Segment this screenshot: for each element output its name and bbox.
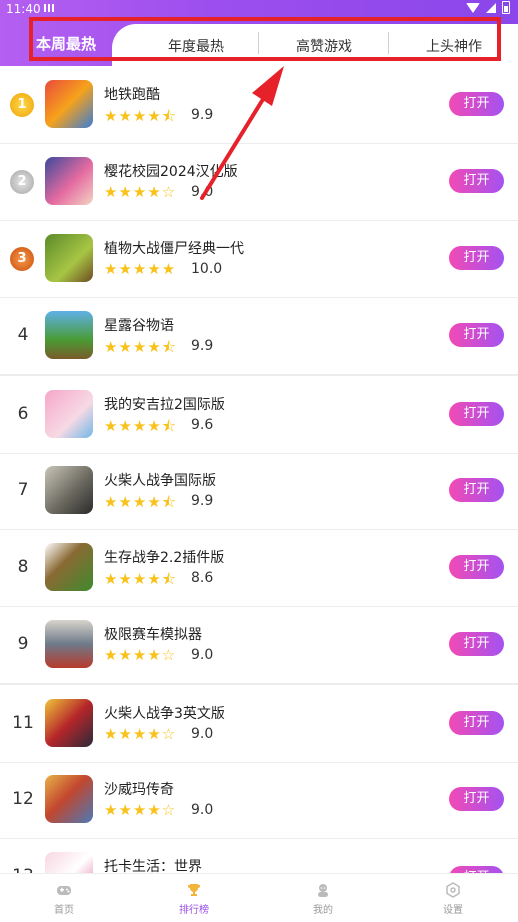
list-item[interactable]: 2 樱花校园2024汉化版 ★★★★☆ 9.0 打开 <box>0 143 518 221</box>
list-item[interactable]: 3 植物大战僵尸经典一代 ★★★★★ 10.0 打开 <box>0 220 518 298</box>
list-item[interactable]: 1 地铁跑酷 ★★★★⯪ 9.9 打开 <box>0 66 518 144</box>
game-name: 植物大战僵尸经典一代 <box>104 241 244 257</box>
game-icon <box>45 620 93 668</box>
nav-profile[interactable]: 我的 <box>283 874 363 922</box>
game-name: 樱花校园2024汉化版 <box>104 164 238 180</box>
rank-number: 12 <box>12 789 34 809</box>
list-item[interactable]: 8 生存战争2.2插件版 ★★★★⯪ 8.6 打开 <box>0 529 518 607</box>
list-item[interactable]: 4 星露谷物语 ★★★★⯪ 9.9 打开 <box>0 297 518 375</box>
annotation-highlight-box <box>29 17 501 61</box>
rating-stars: ★★★★⯪ <box>104 417 177 435</box>
nav-rankings[interactable]: 排行榜 <box>154 874 234 922</box>
rating-stars: ★★★★⯪ <box>104 570 177 588</box>
rating-score: 9.9 <box>191 493 214 509</box>
nav-home[interactable]: 首页 <box>24 874 104 922</box>
open-button[interactable]: 打开 <box>449 555 504 579</box>
open-button[interactable]: 打开 <box>449 92 504 116</box>
rank-number: 9 <box>17 634 29 654</box>
rank-number: 11 <box>12 713 34 733</box>
silver-medal-icon: 2 <box>10 170 34 194</box>
rating-stars: ★★★★☆ <box>104 183 177 201</box>
game-name: 地铁跑酷 <box>104 87 160 103</box>
status-time: 11:40 <box>6 2 41 16</box>
open-button[interactable]: 打开 <box>449 323 504 347</box>
rating-score: 9.0 <box>191 647 214 663</box>
open-button[interactable]: 打开 <box>449 478 504 502</box>
game-name: 沙威玛传奇 <box>104 782 174 798</box>
rank-number: 6 <box>17 404 29 424</box>
list-item[interactable]: 9 极限赛车模拟器 ★★★★☆ 9.0 打开 <box>0 606 518 684</box>
open-button[interactable]: 打开 <box>449 402 504 426</box>
game-icon <box>45 775 93 823</box>
signal-icon <box>486 2 496 13</box>
rating-score: 9.9 <box>191 338 214 354</box>
wifi-icon <box>466 2 480 13</box>
status-bar: 11:40 <box>0 0 518 18</box>
rating-stars: ★★★★⯪ <box>104 338 177 356</box>
rating-score: 9.0 <box>191 184 214 200</box>
game-icon <box>45 466 93 514</box>
rating-stars: ★★★★⯪ <box>104 107 177 125</box>
list-item[interactable]: 11 火柴人战争3英文版 ★★★★☆ 9.0 打开 <box>0 683 518 763</box>
settings-icon <box>446 882 460 898</box>
rating-stars: ★★★★⯪ <box>104 493 177 511</box>
game-icon <box>45 80 93 128</box>
game-name: 我的安吉拉2国际版 <box>104 397 225 413</box>
open-button[interactable]: 打开 <box>449 169 504 193</box>
nav-profile-label: 我的 <box>313 905 333 916</box>
rating-score: 9.0 <box>191 726 214 742</box>
battery-icon <box>502 1 510 14</box>
game-icon <box>45 311 93 359</box>
list-item[interactable]: 6 我的安吉拉2国际版 ★★★★⯪ 9.6 打开 <box>0 374 518 454</box>
rank-number: 7 <box>17 480 29 500</box>
game-name: 火柴人战争3英文版 <box>104 706 225 722</box>
gold-medal-icon: 1 <box>10 93 34 117</box>
bottom-navigation: 首页 排行榜 我的 设置 <box>0 873 518 922</box>
open-button[interactable]: 打开 <box>449 711 504 735</box>
rating-stars: ★★★★☆ <box>104 725 177 743</box>
user-icon <box>318 884 328 897</box>
nav-home-label: 首页 <box>54 905 74 916</box>
open-button[interactable]: 打开 <box>449 246 504 270</box>
game-icon <box>45 543 93 591</box>
game-icon <box>45 234 93 282</box>
rating-stars: ★★★★★ <box>104 260 177 278</box>
open-button[interactable]: 打开 <box>449 787 504 811</box>
rating-score: 8.6 <box>191 570 214 586</box>
gamepad-icon <box>57 886 71 895</box>
nav-rankings-label: 排行榜 <box>179 905 209 916</box>
rating-score: 9.6 <box>191 417 214 433</box>
rank-number: 4 <box>17 325 29 345</box>
game-icon <box>45 390 93 438</box>
rating-score: 9.0 <box>191 802 214 818</box>
game-name: 火柴人战争国际版 <box>104 473 216 489</box>
rank-number: 8 <box>17 557 29 577</box>
rating-score: 9.9 <box>191 107 214 123</box>
list-item[interactable]: 12 沙威玛传奇 ★★★★☆ 9.0 打开 <box>0 761 518 839</box>
trophy-icon <box>188 884 200 896</box>
rating-stars: ★★★★☆ <box>104 801 177 819</box>
game-name: 极限赛车模拟器 <box>104 627 202 643</box>
notification-icon <box>44 4 54 12</box>
game-name: 星露谷物语 <box>104 318 174 334</box>
nav-settings-label: 设置 <box>443 905 463 916</box>
game-icon <box>45 157 93 205</box>
rating-score: 10.0 <box>191 261 223 277</box>
bronze-medal-icon: 3 <box>10 247 34 271</box>
rating-stars: ★★★★☆ <box>104 646 177 664</box>
game-icon <box>45 699 93 747</box>
open-button[interactable]: 打开 <box>449 632 504 656</box>
nav-settings[interactable]: 设置 <box>413 874 493 922</box>
game-name: 生存战争2.2插件版 <box>104 550 225 566</box>
list-item[interactable]: 7 火柴人战争国际版 ★★★★⯪ 9.9 打开 <box>0 452 518 530</box>
